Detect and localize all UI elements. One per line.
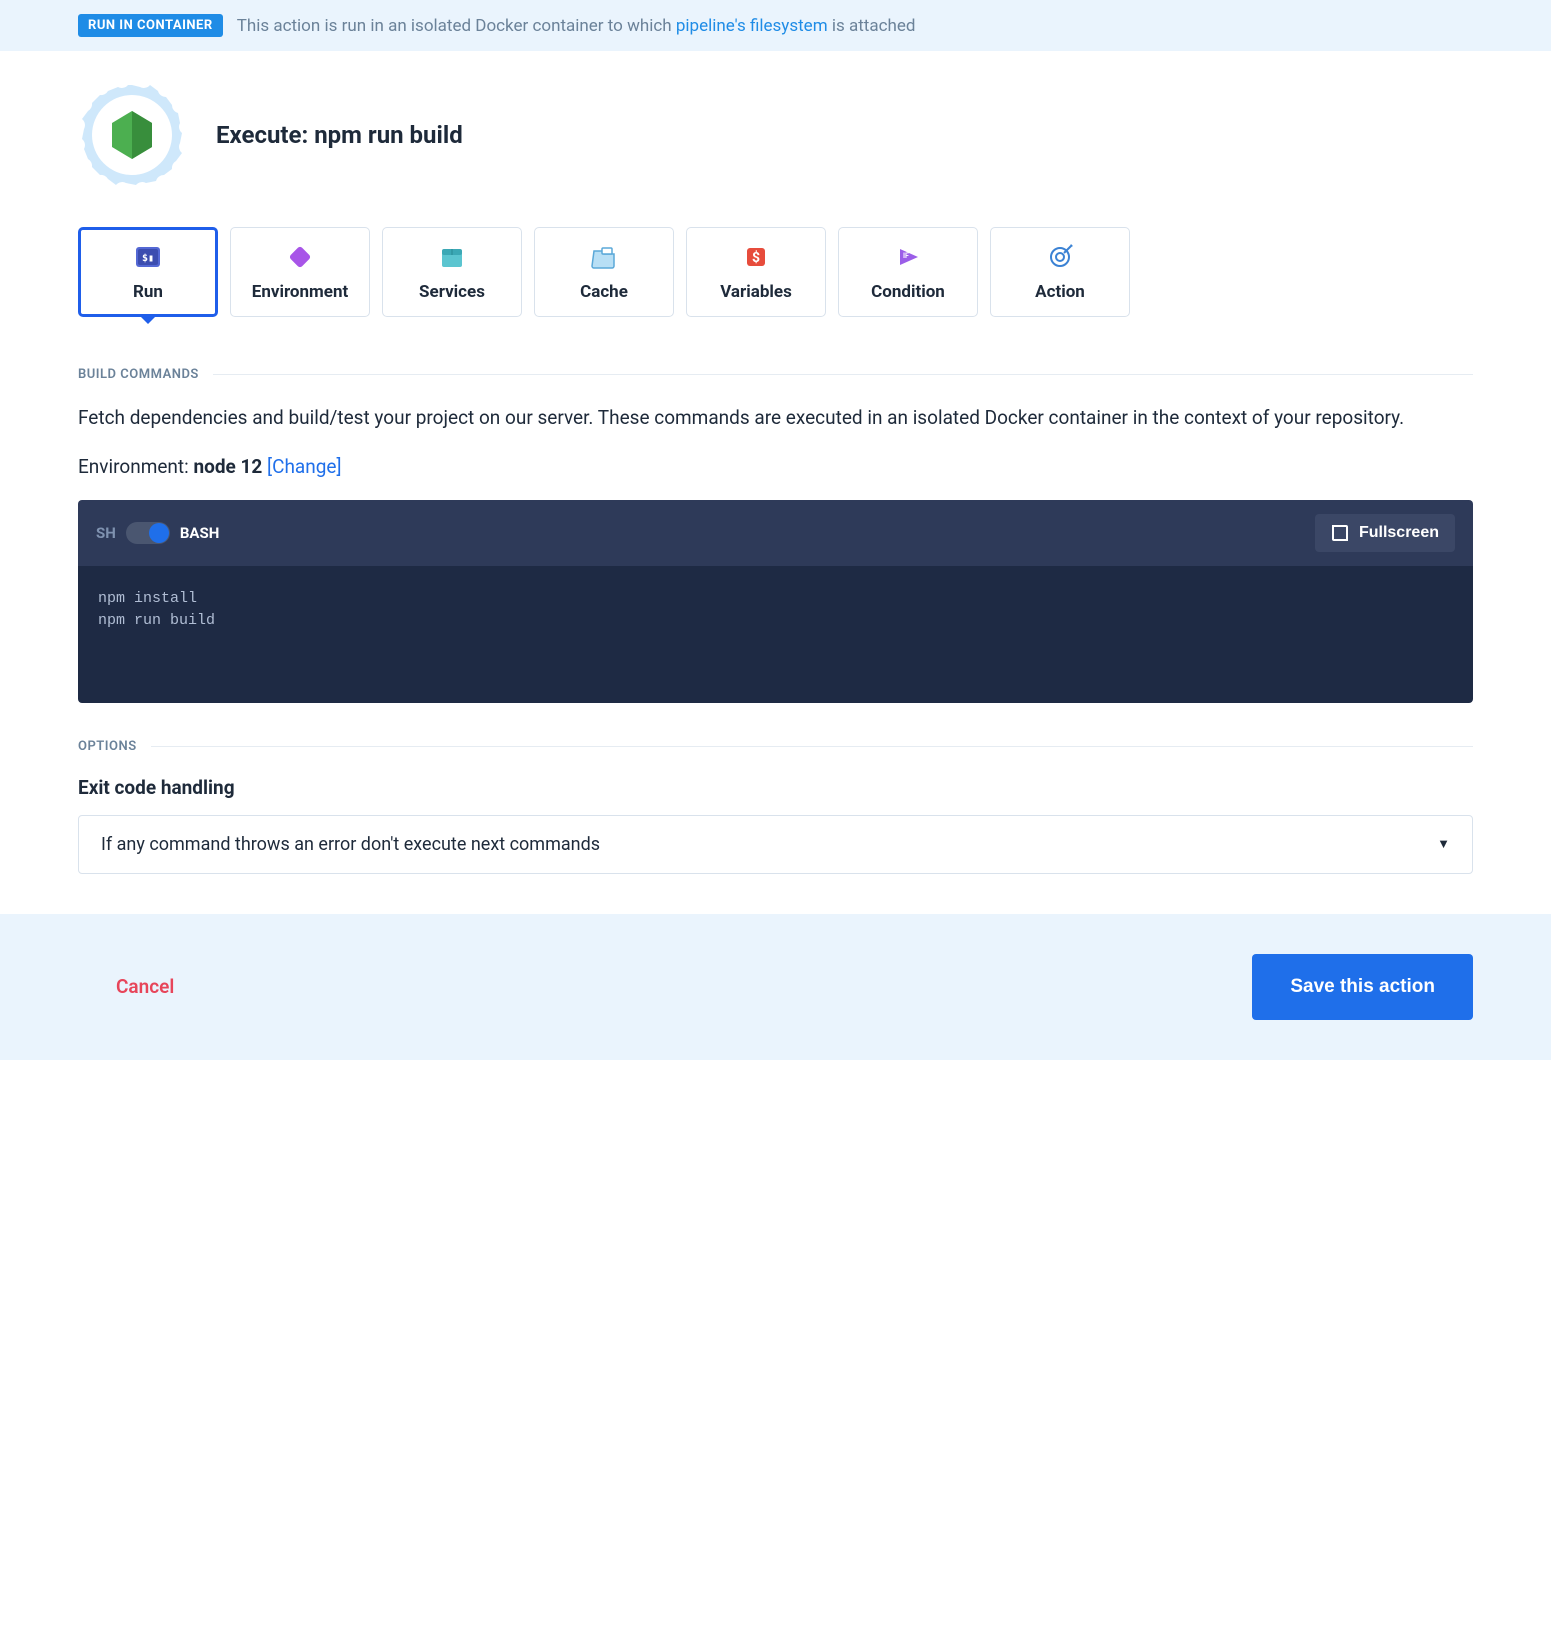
- tab-condition[interactable]: IF Condition: [838, 227, 978, 317]
- footer-bar: Cancel Save this action: [0, 914, 1551, 1060]
- editor-code[interactable]: npm install npm run build: [78, 566, 1473, 703]
- action-header: Execute: npm run build: [78, 81, 1473, 189]
- banner-badge: RUN IN CONTAINER: [78, 14, 223, 37]
- tab-label: Services: [419, 282, 485, 302]
- tab-label: Variables: [720, 282, 792, 302]
- package-icon: [437, 242, 467, 272]
- svg-text:$: $: [752, 249, 760, 266]
- diamond-icon: [285, 242, 315, 272]
- environment-value: node 12: [193, 455, 262, 478]
- shell-toggle-group: SH BASH: [96, 522, 219, 544]
- pipeline-filesystem-link[interactable]: pipeline's filesystem: [676, 16, 828, 36]
- editor-toolbar: SH BASH Fullscreen: [78, 500, 1473, 566]
- shell-toggle[interactable]: [126, 522, 170, 544]
- dollar-icon: $: [741, 242, 771, 272]
- build-commands-heading: BUILD COMMANDS: [78, 367, 1473, 382]
- tab-label: Condition: [871, 282, 945, 302]
- tab-bar: $▮ Run Environment Services: [78, 227, 1473, 317]
- tab-label: Cache: [580, 282, 628, 302]
- save-button[interactable]: Save this action: [1252, 954, 1473, 1020]
- info-banner: RUN IN CONTAINER This action is run in a…: [0, 0, 1551, 51]
- shell-sh-label: SH: [96, 524, 116, 542]
- exit-code-value: If any command throws an error don't exe…: [101, 834, 600, 855]
- tab-label: Action: [1035, 282, 1085, 302]
- tab-label: Environment: [252, 282, 348, 302]
- build-description: Fetch dependencies and build/test your p…: [78, 404, 1473, 433]
- action-title: Execute: npm run build: [216, 121, 463, 149]
- toggle-knob: [149, 523, 169, 543]
- options-heading: OPTIONS: [78, 739, 1473, 754]
- fullscreen-icon: [1331, 524, 1349, 542]
- command-editor: SH BASH Fullscreen npm install npm run b…: [78, 500, 1473, 703]
- folder-icon: [589, 242, 619, 272]
- banner-text: This action is run in an isolated Docker…: [237, 16, 916, 36]
- tab-run[interactable]: $▮ Run: [78, 227, 218, 317]
- tab-variables[interactable]: $ Variables: [686, 227, 826, 317]
- svg-text:IF: IF: [903, 252, 909, 260]
- node-gear-icon: [78, 81, 186, 189]
- chevron-down-icon: ▼: [1437, 836, 1450, 852]
- tab-services[interactable]: Services: [382, 227, 522, 317]
- environment-line: Environment: node 12 [Change]: [78, 455, 1473, 478]
- tab-label: Run: [133, 282, 163, 302]
- tab-action[interactable]: Action: [990, 227, 1130, 317]
- cancel-button[interactable]: Cancel: [116, 975, 174, 998]
- target-icon: [1045, 242, 1075, 272]
- terminal-icon: $▮: [133, 242, 163, 272]
- tab-cache[interactable]: Cache: [534, 227, 674, 317]
- play-if-icon: IF: [893, 242, 923, 272]
- exit-code-select[interactable]: If any command throws an error don't exe…: [78, 815, 1473, 874]
- tab-environment[interactable]: Environment: [230, 227, 370, 317]
- fullscreen-button[interactable]: Fullscreen: [1315, 514, 1455, 552]
- exit-code-heading: Exit code handling: [78, 776, 1473, 799]
- shell-bash-label: BASH: [180, 524, 219, 542]
- change-environment-link[interactable]: [Change]: [267, 455, 341, 478]
- svg-text:$▮: $▮: [142, 253, 154, 264]
